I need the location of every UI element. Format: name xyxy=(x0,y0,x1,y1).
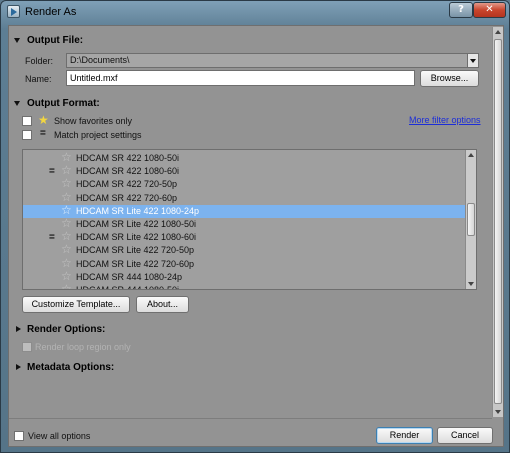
template-row[interactable]: ☆ HDCAM SR Lite 422 1080-50i xyxy=(23,217,466,231)
expand-arrow-icon[interactable] xyxy=(16,364,21,370)
browse-button[interactable]: Browse... xyxy=(420,70,479,87)
match-project-icon: = xyxy=(49,232,55,243)
view-all-options-label: View all options xyxy=(28,431,91,441)
render-options-heading: Render Options: xyxy=(27,324,106,335)
folder-value: D:\Documents\ xyxy=(70,55,130,65)
scroll-down-icon[interactable] xyxy=(495,410,501,414)
favorite-star-icon[interactable]: ☆ xyxy=(61,283,72,290)
show-favorites-checkbox[interactable] xyxy=(22,116,32,126)
template-row[interactable]: = ☆ HDCAM SR 422 1080-60i xyxy=(23,164,466,178)
favorite-star-icon[interactable]: ☆ xyxy=(61,243,72,256)
template-row-label: HDCAM SR Lite 422 1080-24p xyxy=(76,206,200,216)
template-row[interactable]: ☆ HDCAM SR Lite 422 1080-24p xyxy=(23,204,466,218)
folder-label: Folder: xyxy=(25,56,54,66)
collapse-arrow-icon[interactable] xyxy=(14,38,20,43)
favorite-star-icon[interactable]: ☆ xyxy=(61,177,72,190)
scroll-thumb[interactable] xyxy=(494,39,502,404)
format-template-list[interactable]: ☆ HDCAM SR 422 1080-50i = ☆ HDCAM SR 422 108… xyxy=(22,149,477,290)
chevron-down-icon[interactable] xyxy=(467,54,478,67)
template-row[interactable]: ☆ HDCAM SR 444 1080-24p xyxy=(23,270,466,284)
render-loop-region-checkbox[interactable] xyxy=(22,342,32,352)
template-row[interactable]: ☆ HDCAM SR 422 720-50p xyxy=(23,177,466,191)
template-row-label: HDCAM SR 422 720-50p xyxy=(76,179,178,189)
customize-template-button[interactable]: Customize Template... xyxy=(22,296,130,313)
scroll-down-icon[interactable] xyxy=(468,282,474,286)
more-filter-options-link[interactable]: More filter options xyxy=(409,115,481,125)
close-button[interactable]: ✕ xyxy=(473,2,506,18)
template-row[interactable]: = ☆ HDCAM SR Lite 422 1080-60i xyxy=(23,230,466,244)
template-row-label: HDCAM SR 422 720-60p xyxy=(76,193,178,203)
template-row-label: HDCAM SR Lite 422 720-50p xyxy=(76,245,195,255)
view-all-options-checkbox[interactable] xyxy=(14,431,24,441)
list-scrollbar[interactable] xyxy=(465,150,476,289)
folder-dropdown[interactable]: D:\Documents\ xyxy=(66,53,479,68)
help-button[interactable]: ? xyxy=(449,2,473,18)
template-row-label: HDCAM SR Lite 422 720-60p xyxy=(76,259,195,269)
window-title: Render As xyxy=(25,6,77,18)
star-icon: ★ xyxy=(38,113,49,127)
template-row[interactable]: ☆ HDCAM SR Lite 422 720-60p xyxy=(23,257,466,271)
match-project-checkbox[interactable] xyxy=(22,130,32,140)
name-field[interactable]: Untitled.mxf xyxy=(66,70,415,86)
footer-divider xyxy=(9,418,492,419)
about-button[interactable]: About... xyxy=(136,296,189,313)
dialog-content: Output File: Folder: D:\Documents\ Name:… xyxy=(8,25,504,447)
expand-arrow-icon[interactable] xyxy=(16,326,21,332)
output-format-heading: Output Format: xyxy=(27,98,100,109)
render-button[interactable]: Render xyxy=(376,427,433,444)
match-project-label: Match project settings xyxy=(54,130,142,140)
scroll-up-icon[interactable] xyxy=(468,153,474,157)
template-row-label: HDCAM SR 444 1080-50i xyxy=(76,285,180,290)
match-project-icon: = xyxy=(49,166,55,177)
template-row-label: HDCAM SR 422 1080-60i xyxy=(76,166,180,176)
scroll-thumb[interactable] xyxy=(467,203,475,236)
collapse-arrow-icon[interactable] xyxy=(14,101,20,106)
render-loop-region-label: Render loop region only xyxy=(35,342,131,352)
name-label: Name: xyxy=(25,74,52,84)
match-project-icon: = xyxy=(40,128,46,139)
metadata-options-heading: Metadata Options: xyxy=(27,362,115,373)
template-row[interactable]: ☆ HDCAM SR 444 1080-50i xyxy=(23,283,466,290)
template-row-label: HDCAM SR 422 1080-50i xyxy=(76,153,180,163)
render-as-dialog: Render As ? ✕ Output File: Folder: D:\Do… xyxy=(0,0,510,453)
scroll-up-icon[interactable] xyxy=(495,30,501,34)
template-row[interactable]: ☆ HDCAM SR 422 720-60p xyxy=(23,191,466,205)
template-row[interactable]: ☆ HDCAM SR Lite 422 720-50p xyxy=(23,243,466,257)
dialog-scrollbar[interactable] xyxy=(492,27,503,417)
template-row-label: HDCAM SR Lite 422 1080-60i xyxy=(76,232,197,242)
show-favorites-label: Show favorites only xyxy=(54,116,133,126)
title-bar[interactable]: Render As ? ✕ xyxy=(1,1,509,23)
template-row[interactable]: ☆ HDCAM SR 422 1080-50i xyxy=(23,151,466,165)
template-row-label: HDCAM SR Lite 422 1080-50i xyxy=(76,219,197,229)
cancel-button[interactable]: Cancel xyxy=(437,427,493,444)
template-row-label: HDCAM SR 444 1080-24p xyxy=(76,272,183,282)
output-file-heading: Output File: xyxy=(27,35,84,46)
app-icon xyxy=(7,5,20,18)
